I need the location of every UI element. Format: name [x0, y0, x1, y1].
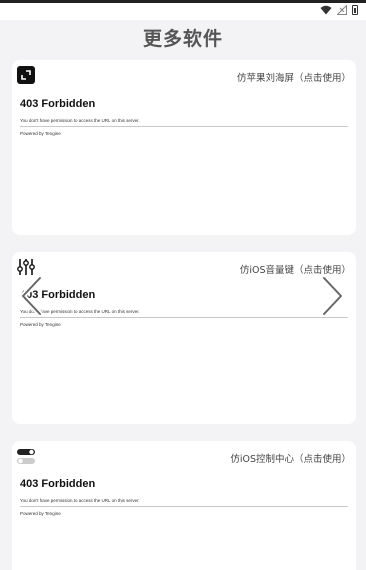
error-message: You don't have permission to access the …	[20, 118, 140, 123]
divider	[20, 506, 348, 507]
app-card-control-center[interactable]: 仿iOS控制中心（点击使用） 403 Forbidden You don't h…	[12, 441, 356, 570]
chevron-left-icon[interactable]	[18, 275, 46, 317]
error-message: You don't have permission to access the …	[20, 498, 140, 503]
app-card-notch[interactable]: 仿苹果刘海屏（点击使用） 403 Forbidden You don't hav…	[12, 60, 356, 235]
page-title: 更多软件	[142, 28, 223, 50]
chevron-right-icon[interactable]	[318, 275, 346, 317]
divider	[20, 317, 348, 318]
error-footer: Powered by Tengine	[20, 322, 61, 327]
error-footer: Powered by Tengine	[20, 131, 61, 136]
error-heading: 403 Forbidden	[20, 98, 96, 110]
error-heading: 403 Forbidden	[20, 289, 96, 301]
error-message: You don't have permission to access the …	[20, 309, 140, 314]
divider	[20, 126, 348, 127]
error-footer: Powered by Tengine	[20, 511, 61, 516]
battery-icon	[352, 5, 358, 15]
embedded-error-page: 403 Forbidden You don't have permission …	[20, 289, 348, 327]
card-link[interactable]: 仿iOS控制中心（点击使用）	[230, 451, 351, 465]
status-bar	[0, 0, 366, 20]
status-icons	[320, 5, 358, 15]
fullscreen-icon	[17, 66, 35, 84]
toggles-icon	[17, 449, 35, 464]
embedded-error-page: 403 Forbidden You don't have permission …	[20, 478, 348, 516]
status-top-line	[0, 0, 366, 3]
sliders-icon	[17, 259, 35, 275]
card-link[interactable]: 仿iOS音量键（点击使用）	[240, 262, 351, 276]
embedded-error-page: 403 Forbidden You don't have permission …	[20, 98, 348, 136]
wifi-icon	[320, 5, 332, 15]
card-link[interactable]: 仿苹果刘海屏（点击使用）	[237, 70, 351, 84]
error-heading: 403 Forbidden	[20, 478, 96, 490]
app-card-volume[interactable]: 仿iOS音量键（点击使用） 403 Forbidden You don't ha…	[12, 252, 356, 424]
signal-icon	[337, 5, 347, 15]
